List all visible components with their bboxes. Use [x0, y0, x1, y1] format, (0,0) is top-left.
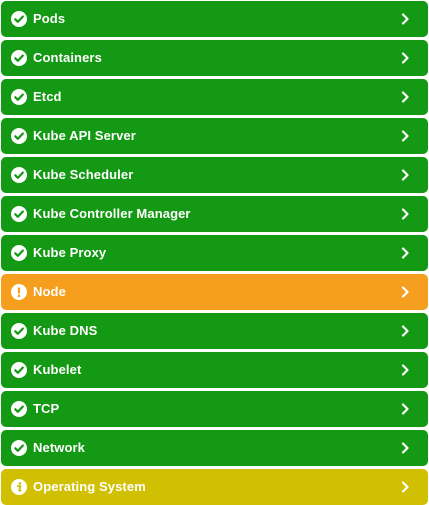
status-row-kube-scheduler[interactable]: Kube Scheduler	[1, 157, 428, 193]
check-circle-icon	[11, 50, 27, 66]
check-circle-icon	[11, 11, 27, 27]
chevron-right-icon	[400, 403, 410, 415]
status-row-network[interactable]: Network	[1, 430, 428, 466]
row-label: TCP	[33, 401, 60, 416]
row-label: Containers	[33, 50, 102, 65]
status-row-kubelet[interactable]: Kubelet	[1, 352, 428, 388]
row-label: Kube API Server	[33, 128, 136, 143]
row-label: Kube DNS	[33, 323, 98, 338]
status-row-containers[interactable]: Containers	[1, 40, 428, 76]
chevron-right-icon	[400, 130, 410, 142]
check-circle-icon	[11, 206, 27, 222]
chevron-right-icon	[400, 286, 410, 298]
chevron-right-icon	[400, 442, 410, 454]
status-check-list: Pods Containers Etcd Kube API Server Kub…	[0, 0, 429, 505]
status-row-kube-dns[interactable]: Kube DNS	[1, 313, 428, 349]
info-circle-icon	[11, 479, 27, 495]
chevron-right-icon	[400, 247, 410, 259]
check-circle-icon	[11, 440, 27, 456]
row-label: Kube Proxy	[33, 245, 107, 260]
row-label: Etcd	[33, 89, 62, 104]
status-row-kube-proxy[interactable]: Kube Proxy	[1, 235, 428, 271]
check-circle-icon	[11, 128, 27, 144]
status-row-kube-controller-manager[interactable]: Kube Controller Manager	[1, 196, 428, 232]
check-circle-icon	[11, 323, 27, 339]
chevron-right-icon	[400, 364, 410, 376]
status-row-etcd[interactable]: Etcd	[1, 79, 428, 115]
check-circle-icon	[11, 362, 27, 378]
status-row-pods[interactable]: Pods	[1, 1, 428, 37]
row-label: Network	[33, 440, 85, 455]
check-circle-icon	[11, 167, 27, 183]
chevron-right-icon	[400, 169, 410, 181]
row-label: Operating System	[33, 479, 146, 494]
chevron-right-icon	[400, 325, 410, 337]
row-label: Kubelet	[33, 362, 82, 377]
chevron-right-icon	[400, 13, 410, 25]
check-circle-icon	[11, 245, 27, 261]
chevron-right-icon	[400, 208, 410, 220]
row-label: Pods	[33, 11, 66, 26]
status-row-node[interactable]: Node	[1, 274, 428, 310]
check-circle-icon	[11, 89, 27, 105]
status-row-kube-api-server[interactable]: Kube API Server	[1, 118, 428, 154]
status-row-operating-system[interactable]: Operating System	[1, 469, 428, 505]
row-label: Node	[33, 284, 66, 299]
exclamation-circle-icon	[11, 284, 27, 300]
chevron-right-icon	[400, 481, 410, 493]
row-label: Kube Scheduler	[33, 167, 134, 182]
row-label: Kube Controller Manager	[33, 206, 191, 221]
chevron-right-icon	[400, 91, 410, 103]
status-row-tcp[interactable]: TCP	[1, 391, 428, 427]
check-circle-icon	[11, 401, 27, 417]
chevron-right-icon	[400, 52, 410, 64]
